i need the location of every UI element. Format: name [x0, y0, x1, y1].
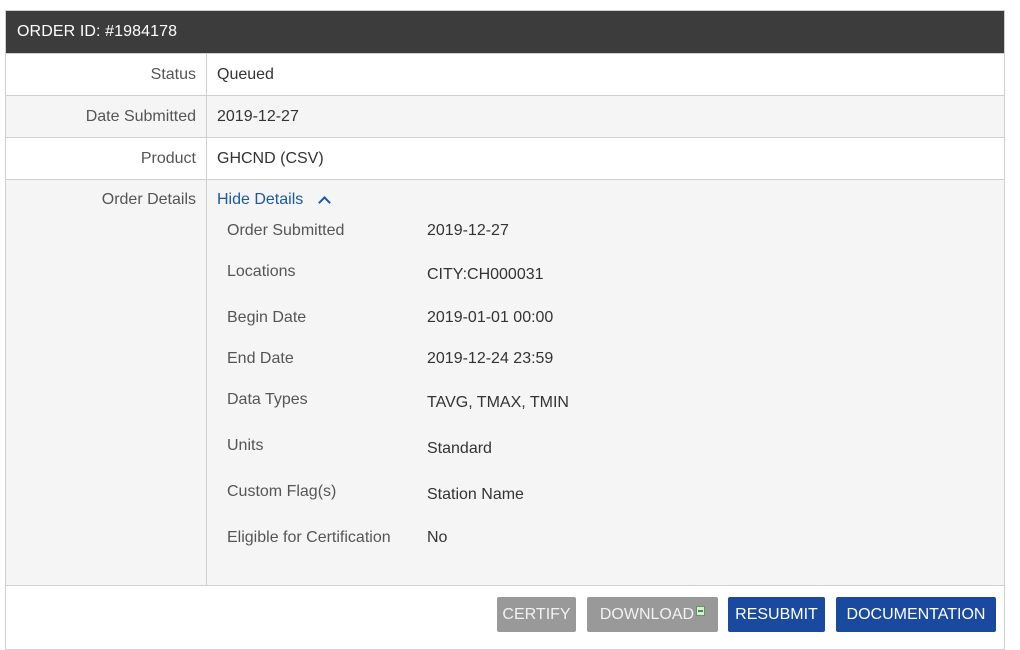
- detail-value-custom-flags: Station Name: [427, 486, 524, 503]
- download-button-label: DOWNLOAD: [599, 606, 695, 623]
- spreadsheet-icon: [696, 606, 706, 616]
- resubmit-button[interactable]: RESUBMIT: [728, 597, 825, 632]
- hide-details-label: Hide Details: [217, 191, 304, 208]
- detail-label-end-date: End Date: [227, 350, 294, 367]
- documentation-button[interactable]: DOCUMENTATION: [836, 597, 996, 632]
- status-row: Status Queued: [6, 53, 1004, 95]
- date-submitted-row: Date Submitted 2019-12-27: [6, 95, 1004, 137]
- detail-value-locations: CITY:CH000031: [427, 266, 544, 283]
- chevron-up-icon: [318, 196, 332, 209]
- date-submitted-label: Date Submitted: [6, 96, 207, 137]
- hide-details-link[interactable]: Hide Details: [217, 191, 332, 209]
- order-panel: ORDER ID: #1984178 Status Queued Date Su…: [5, 10, 1005, 650]
- product-value: GHCND (CSV): [217, 150, 324, 167]
- detail-value-order-submitted: 2019-12-27: [427, 222, 509, 239]
- detail-label-begin-date: Begin Date: [227, 309, 307, 326]
- date-submitted-value: 2019-12-27: [217, 108, 299, 125]
- order-header: ORDER ID: #1984178: [6, 11, 1004, 53]
- product-label: Product: [6, 138, 207, 179]
- order-details-row: Order Details Hide Details Order Submitt…: [6, 179, 1004, 585]
- detail-label-locations: Locations: [227, 263, 296, 280]
- action-bar: CERTIFY DOWNLOAD RESUBMIT DOCUMENTATION: [6, 585, 1004, 643]
- detail-value-eligible-certification: No: [427, 529, 448, 546]
- detail-label-data-types: Data Types: [227, 391, 308, 408]
- detail-value-data-types: TAVG, TMAX, TMIN: [427, 394, 569, 411]
- detail-label-eligible-certification: Eligible for Certification: [227, 529, 391, 546]
- detail-label-units: Units: [227, 437, 264, 454]
- download-button[interactable]: DOWNLOAD: [587, 597, 718, 632]
- order-details-label: Order Details: [6, 180, 207, 585]
- certify-button[interactable]: CERTIFY: [497, 597, 576, 632]
- detail-label-order-submitted: Order Submitted: [227, 222, 345, 239]
- detail-value-end-date: 2019-12-24 23:59: [427, 350, 554, 367]
- detail-label-custom-flags: Custom Flag(s): [227, 483, 337, 500]
- status-value: Queued: [217, 66, 274, 83]
- status-label: Status: [6, 54, 207, 95]
- detail-value-begin-date: 2019-01-01 00:00: [427, 309, 554, 326]
- detail-value-units: Standard: [427, 440, 492, 457]
- product-row: Product GHCND (CSV): [6, 137, 1004, 179]
- order-details-content: Hide Details Order Submitted 2019-12-27 …: [207, 180, 1004, 585]
